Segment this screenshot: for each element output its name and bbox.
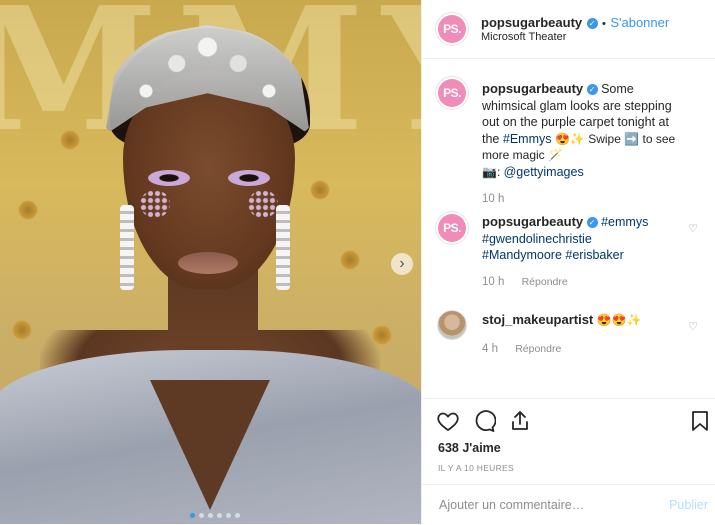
- like-heart-icon[interactable]: [436, 409, 460, 433]
- reply-button[interactable]: Répondre: [515, 343, 561, 355]
- carousel-dot: [235, 513, 240, 518]
- comment-username[interactable]: stoj_makeupartist: [482, 312, 593, 327]
- commenter-avatar[interactable]: [437, 310, 467, 340]
- left-eye: [148, 170, 190, 186]
- dress-neckline: [150, 380, 270, 510]
- carousel-indicator: [190, 513, 240, 518]
- add-comment-bar: Publier: [422, 484, 715, 525]
- hashtag-link[interactable]: #Mandymoore #erisbaker: [482, 248, 624, 262]
- credit-mention-link[interactable]: @gettyimages: [504, 165, 584, 179]
- carousel-dot: [199, 513, 204, 518]
- hashtag-link[interactable]: #emmys: [601, 215, 648, 229]
- reply-button[interactable]: Répondre: [522, 276, 568, 288]
- caption-time[interactable]: 10 h: [482, 193, 504, 205]
- comment-1: popsugarbeauty ✓ #emmys #gwendolinechris…: [482, 214, 682, 264]
- carousel-dot: [217, 513, 222, 518]
- wall-decoration: [340, 250, 360, 270]
- like-comment-heart-icon[interactable]: ♡: [688, 320, 698, 333]
- likes-count[interactable]: 638 J'aime: [438, 441, 501, 455]
- avatar-logo-text: PS.: [438, 15, 466, 43]
- carousel-dot: [226, 513, 231, 518]
- earring-left: [120, 205, 134, 290]
- comment-username[interactable]: popsugarbeauty: [482, 214, 583, 229]
- comment-meta: 4 h Répondre: [482, 343, 561, 355]
- follow-separator: •: [602, 18, 606, 30]
- avatar-logo-text: PS.: [438, 79, 466, 107]
- caption-username[interactable]: popsugarbeauty: [482, 81, 583, 96]
- comment-time[interactable]: 10 h: [482, 276, 504, 288]
- glitter-cheek-right: [248, 190, 278, 218]
- lips: [178, 252, 238, 274]
- comment-2: stoj_makeupartist 😍😍✨: [482, 312, 682, 329]
- caption: popsugarbeauty ✓ Some whimsical glam loo…: [482, 81, 687, 180]
- bookmark-icon[interactable]: [688, 409, 712, 433]
- author-avatar[interactable]: PS.: [435, 12, 469, 46]
- like-comment-heart-icon[interactable]: ♡: [688, 222, 698, 235]
- follow-button[interactable]: S'abonner: [610, 15, 669, 30]
- post-location[interactable]: Microsoft Theater: [481, 31, 566, 43]
- verified-badge-icon: ✓: [586, 84, 598, 95]
- comment-meta: 10 h Répondre: [482, 276, 568, 288]
- author-username[interactable]: popsugarbeauty: [481, 15, 582, 30]
- comment-bubble-icon[interactable]: [472, 409, 496, 433]
- verified-badge-icon: ✓: [586, 18, 598, 29]
- share-icon[interactable]: [508, 409, 532, 433]
- post-header: PS. popsugarbeauty ✓ • S'abonner Microso…: [422, 0, 715, 59]
- hashtag-link[interactable]: #Emmys: [503, 132, 552, 146]
- comment-time[interactable]: 4 h: [482, 343, 498, 355]
- comment-input[interactable]: [437, 497, 641, 513]
- wall-decoration: [310, 180, 330, 200]
- publish-button[interactable]: Publier: [669, 498, 708, 512]
- post-timestamp: IL Y A 10 HEURES: [438, 463, 514, 473]
- caption-author-avatar[interactable]: PS.: [435, 76, 469, 110]
- carousel-dot-active: [190, 513, 195, 518]
- wall-decoration: [12, 320, 32, 340]
- earring-right: [276, 205, 290, 290]
- post-side-panel: PS. popsugarbeauty ✓ • S'abonner Microso…: [421, 0, 715, 524]
- wall-decoration: [18, 200, 38, 220]
- post-photo[interactable]: MMY ›: [0, 0, 421, 524]
- wall-decoration: [60, 130, 80, 150]
- comment-text: 😍😍✨: [596, 313, 642, 327]
- verified-badge-icon: ✓: [586, 217, 598, 228]
- right-eye: [228, 170, 270, 186]
- glitter-cheek-left: [140, 190, 170, 218]
- next-slide-button[interactable]: ›: [391, 253, 413, 275]
- comment-author-avatar[interactable]: PS.: [435, 211, 469, 245]
- hashtag-link[interactable]: #gwendolinechristie: [482, 232, 592, 246]
- camera-emoji: 📷:: [482, 164, 504, 179]
- carousel-dot: [208, 513, 213, 518]
- avatar-logo-text: PS.: [438, 214, 466, 242]
